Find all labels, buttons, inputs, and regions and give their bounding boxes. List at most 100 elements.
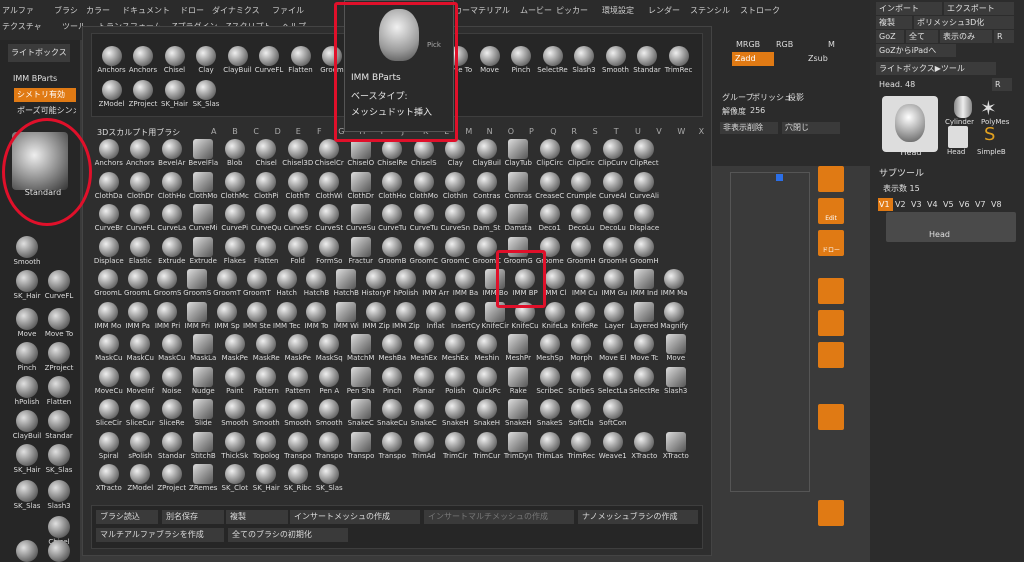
alphabet-filter[interactable]: F <box>317 127 322 136</box>
brush-item[interactable]: ClipCirc <box>534 139 566 169</box>
brush-item[interactable]: MaskCu <box>93 334 125 364</box>
brush-item[interactable]: ClothMc <box>219 171 251 202</box>
menu-item[interactable]: カラー <box>86 5 110 16</box>
brush-item[interactable]: Standar <box>156 431 188 462</box>
brush-action-button[interactable]: 複製 <box>226 510 288 524</box>
version-button[interactable]: V4 <box>926 198 941 211</box>
brush-item[interactable]: CurveFL <box>125 204 157 234</box>
brush-item[interactable]: ZRemes <box>188 464 220 494</box>
brush-item[interactable]: ClothMo <box>408 171 440 202</box>
m-button[interactable]: M <box>828 40 835 49</box>
brush-action-button[interactable]: 別名保存 <box>162 510 224 524</box>
brush-item[interactable]: ZModel <box>125 464 157 494</box>
brush-item[interactable]: BevelFla <box>188 139 220 169</box>
brush-item[interactable]: GroomH <box>566 236 598 267</box>
brush-item[interactable]: CurveAl <box>597 171 629 202</box>
brush-item[interactable]: ClothIn <box>440 171 472 202</box>
brush-item[interactable]: ClipRect <box>629 139 661 169</box>
recent-brush[interactable]: Smooth <box>600 46 631 76</box>
lightbox-button[interactable]: ライトボックス <box>8 44 70 62</box>
brush-item[interactable]: Nudge <box>188 366 220 397</box>
brush-item[interactable]: MeshBa <box>377 334 409 364</box>
brush-item[interactable]: ChiselO <box>345 139 377 169</box>
brush-item[interactable]: Deco1 <box>534 204 566 234</box>
recent-brush[interactable]: Standar <box>632 46 663 76</box>
brush-item[interactable]: SliceCur <box>125 399 157 429</box>
brush-item[interactable]: Smooth <box>314 399 346 429</box>
brush-item[interactable]: MeshEx <box>408 334 440 364</box>
brush-item[interactable]: Pattern <box>251 366 283 397</box>
brush-item[interactable]: Layered <box>629 301 659 332</box>
alphabet-filter[interactable]: X <box>699 127 704 136</box>
brush-item[interactable]: Fold <box>282 236 314 267</box>
brush-item[interactable]: Pen Sha <box>345 366 377 397</box>
brush-item[interactable]: Dam_St <box>471 204 503 234</box>
brush-item[interactable]: Contras <box>471 171 503 202</box>
brush-item[interactable]: Pinch <box>377 366 409 397</box>
brush-item[interactable]: Inflat <box>421 301 451 332</box>
brush-item[interactable]: SnakeCu <box>377 399 409 429</box>
brush-item[interactable]: Move <box>660 334 692 364</box>
brush-item[interactable]: Noise <box>156 366 188 397</box>
alphabet-filter[interactable]: V <box>656 127 661 136</box>
menu-item[interactable]: マテリアル <box>470 5 510 16</box>
brush-item[interactable]: TrimRec <box>566 431 598 462</box>
recent-brush[interactable]: CurveFL <box>254 46 285 76</box>
brush-item[interactable]: GroomL <box>93 269 123 299</box>
version-button[interactable]: V1 <box>878 198 893 211</box>
simplebrush-icon[interactable]: S <box>984 124 995 145</box>
recent-brush[interactable]: Flatten <box>285 46 316 76</box>
brush-item[interactable]: Extrude <box>188 236 220 267</box>
import-button[interactable]: インポート <box>876 2 942 15</box>
brush-item[interactable]: StitchB <box>188 431 220 462</box>
brush-item[interactable]: SK_Slas <box>314 464 346 494</box>
brush-item[interactable]: CurveSr <box>282 204 314 234</box>
brush-item[interactable]: Flakes <box>219 236 251 267</box>
brush-item[interactable]: Pattern <box>282 366 314 397</box>
draw-mode-button[interactable]: Edit <box>818 198 844 224</box>
alphabet-filter[interactable]: O <box>508 127 514 136</box>
brush-item[interactable]: CurveMi <box>188 204 220 234</box>
brush-item[interactable]: GroomH <box>629 236 661 267</box>
brush-item[interactable]: TrimDyn <box>503 431 535 462</box>
brush-item[interactable]: Spiral <box>93 431 125 462</box>
brush-item[interactable]: XTracto <box>629 431 661 462</box>
alphabet-filter[interactable]: C <box>253 127 259 136</box>
brush-item[interactable]: ClothTr <box>282 171 314 202</box>
recent-brush[interactable]: SelectRe <box>537 46 568 76</box>
head-r-button[interactable]: R <box>992 78 1012 91</box>
brush-item[interactable]: IMM Ind <box>629 269 659 299</box>
hide-delete-button[interactable]: 非表示削除 <box>720 122 778 134</box>
version-button[interactable]: V5 <box>942 198 957 211</box>
goz-visible-button[interactable]: 表示のみ <box>940 30 992 43</box>
brush-item[interactable]: MoveInf <box>125 366 157 397</box>
menu-item[interactable]: レンダー <box>648 5 680 16</box>
resolution-value[interactable]: 256 <box>750 106 765 115</box>
alphabet-filter[interactable]: P <box>529 127 534 136</box>
recent-brush[interactable]: Anchors <box>128 46 159 76</box>
brush-item[interactable]: KnifeRe <box>570 301 600 332</box>
brush-item[interactable]: hPolish <box>391 269 421 299</box>
alphabet-filter[interactable]: D <box>275 127 281 136</box>
brush-item[interactable]: GroomB <box>377 236 409 267</box>
recent-brush[interactable]: SK_Hair <box>159 80 190 110</box>
brush-item[interactable]: IMM Arr <box>421 269 451 299</box>
recent-brush[interactable]: Pinch <box>506 46 537 76</box>
brush-item[interactable]: SoftCon <box>597 399 629 429</box>
brush-item[interactable]: Slide <box>188 399 220 429</box>
brush-item[interactable]: Planar <box>408 366 440 397</box>
recent-brush[interactable]: SK_Slas <box>191 80 222 110</box>
brush-item[interactable]: SK_Clot <box>219 464 251 494</box>
recent-brush[interactable]: Move <box>474 46 505 76</box>
version-button[interactable]: V7 <box>974 198 989 211</box>
brush-item[interactable]: Crumple <box>566 171 598 202</box>
brush-action-button[interactable]: マルチアルファブラシを作成 <box>96 528 224 542</box>
menu-item[interactable]: テクスチャ <box>2 21 42 32</box>
brush-item[interactable]: MaskPe <box>219 334 251 364</box>
brush-item[interactable]: IMM Zip <box>391 301 421 332</box>
brush-item[interactable]: HatchB <box>302 269 332 299</box>
brush-item[interactable]: GroomC <box>440 236 472 267</box>
brush-item[interactable]: InsertCy <box>451 301 481 332</box>
draw-mode-button[interactable] <box>818 310 844 336</box>
brush-item[interactable]: Chisel <box>251 139 283 169</box>
